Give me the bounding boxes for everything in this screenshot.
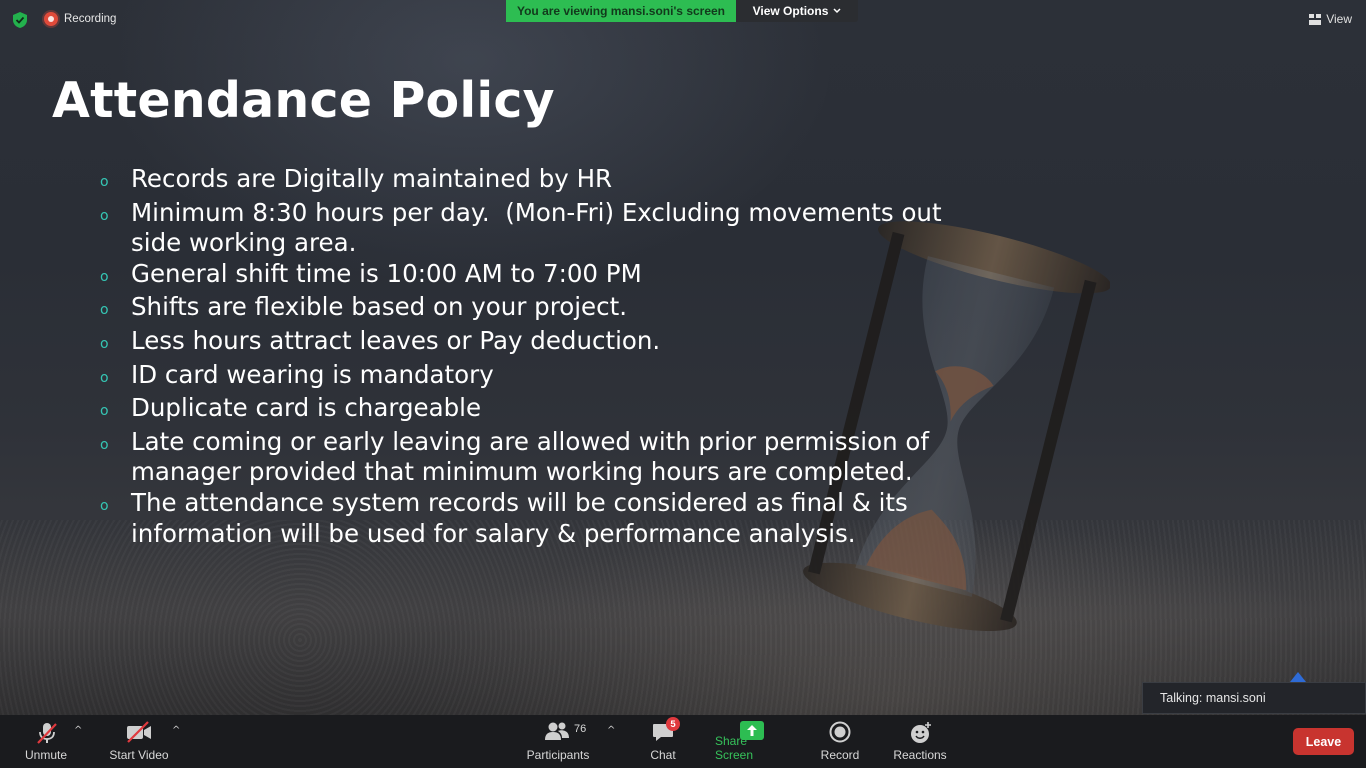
bullet-icon: o [100, 403, 109, 420]
bullet-icon: o [100, 335, 109, 352]
list-item: o Shifts are flexible based on your proje… [96, 292, 996, 326]
bullet-icon: o [100, 497, 109, 514]
bullet-icon: o [100, 268, 109, 285]
view-grid-icon [1309, 13, 1322, 25]
list-item: o Records are Digitally maintained by HR [96, 164, 996, 198]
chat-label: Chat [650, 748, 676, 762]
video-off-icon [127, 721, 151, 743]
recording-indicator[interactable]: Recording [44, 12, 116, 26]
list-item: o Duplicate card is chargeable [96, 393, 996, 427]
bullet-text: Duplicate card is chargeable [131, 393, 482, 423]
view-options-button[interactable]: View Options [736, 0, 858, 22]
participants-icon [545, 722, 569, 740]
shield-check-icon[interactable] [11, 11, 29, 29]
list-item: o Minimum 8:30 hours per day. (Mon-Fri) E… [96, 198, 996, 259]
record-button[interactable]: Record [818, 715, 862, 768]
bullet-icon: o [100, 207, 109, 224]
leave-button[interactable]: Leave [1293, 728, 1354, 755]
shared-screen: Attendance Policy o Records are Digitally… [0, 0, 1366, 715]
bullet-text: Records are Digitally maintained by HR [131, 164, 613, 193]
list-item: o Late coming or early leaving are allowe… [96, 427, 996, 488]
start-video-label: Start Video [109, 748, 169, 762]
video-options-caret-icon[interactable]: ^ [172, 725, 180, 736]
bullet-text: Shifts are flexible based on your projec… [131, 292, 627, 322]
participants-count: 76 [574, 723, 587, 735]
bullet-text: The attendance system records will be co… [131, 487, 908, 548]
list-item: o Less hours attract leaves or Pay deduct… [96, 326, 996, 360]
bullet-text: Less hours attract leaves or Pay deducti… [131, 325, 661, 355]
slide-title: Attendance Policy [52, 72, 555, 129]
bullet-text: ID card wearing is mandatory [131, 359, 494, 389]
unmute-label: Unmute [24, 748, 68, 762]
policy-bullet-list: o Records are Digitally maintained by HR … [96, 164, 996, 549]
bullet-text: Late coming or early leaving are allowed… [131, 426, 930, 487]
bullet-text: Minimum 8:30 hours per day. (Mon-Fri) Ex… [131, 197, 942, 258]
bullet-icon: o [100, 436, 109, 453]
speaker-arrow-icon [1290, 672, 1306, 682]
reactions-icon [911, 722, 931, 743]
meeting-top-bar: Recording You are viewing mansi.soni's s… [0, 0, 1366, 38]
bullet-icon: o [100, 174, 109, 190]
audio-options-caret-icon[interactable]: ^ [74, 725, 82, 736]
view-label: View [1326, 12, 1352, 26]
bullet-text: General shift time is 10:00 AM to 7:00 P… [131, 258, 642, 288]
unmute-button[interactable]: Unmute [22, 715, 70, 768]
list-item: o General shift time is 10:00 AM to 7:00 … [96, 259, 996, 293]
share-screen-icon [740, 721, 764, 740]
muted-mic-icon [37, 723, 57, 744]
record-label: Record [820, 748, 860, 762]
meeting-toolbar: Unmute ^ Start Video ^ 76 Participants ^… [0, 715, 1366, 768]
record-icon [829, 721, 851, 743]
talking-indicator: Talking: mansi.soni [1142, 682, 1366, 714]
recording-label: Recording [64, 13, 117, 25]
start-video-button[interactable]: Start Video [107, 715, 171, 768]
bullet-icon: o [100, 369, 109, 386]
view-options-label: View Options [752, 4, 829, 18]
participants-caret-icon[interactable]: ^ [607, 725, 615, 736]
share-screen-button[interactable]: Share Screen [715, 715, 787, 768]
bullet-icon: o [100, 302, 109, 319]
chat-badge: 5 [666, 717, 680, 731]
participants-button[interactable]: 76 Participants [525, 715, 591, 768]
list-item: o The attendance system records will be c… [96, 488, 996, 549]
chat-button[interactable]: 5 Chat [647, 715, 680, 768]
list-item: o ID card wearing is mandatory [96, 360, 996, 394]
viewing-banner: You are viewing mansi.soni's screen [506, 0, 736, 22]
participants-label: Participants [526, 748, 590, 762]
recording-icon [44, 12, 58, 26]
view-button[interactable]: View [1309, 12, 1352, 26]
chevron-down-icon [833, 8, 841, 14]
reactions-label: Reactions [893, 748, 947, 762]
reactions-button[interactable]: Reactions [892, 715, 948, 768]
